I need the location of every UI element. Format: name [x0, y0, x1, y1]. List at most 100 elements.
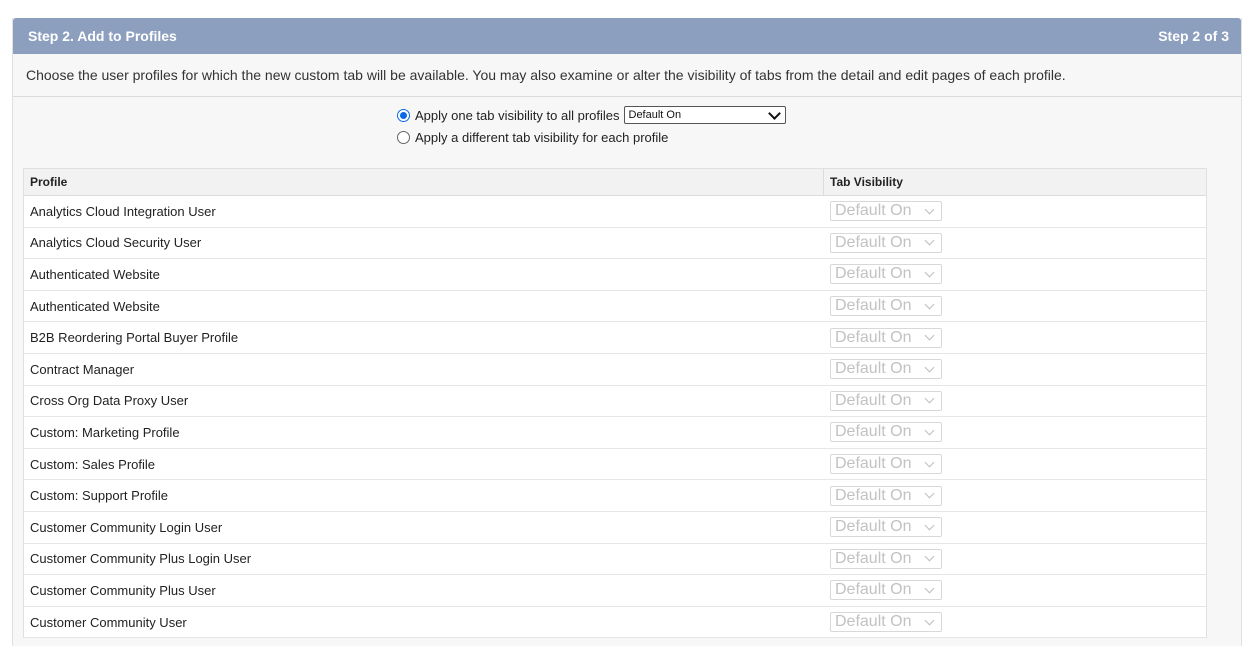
tab-visibility-cell: Default On — [824, 322, 942, 353]
table-row: Cross Org Data Proxy User Default On — [24, 386, 1206, 418]
table-row: Customer Community Login User Default On — [24, 512, 1206, 544]
table-row: Custom: Sales Profile Default On — [24, 449, 1206, 481]
apply-each-option[interactable]: Apply a different tab visibility for eac… — [397, 126, 786, 148]
column-header-tab-visibility: Tab Visibility — [830, 175, 903, 189]
tab-visibility-select: Default On — [830, 264, 942, 285]
tab-visibility-cell: Default On — [824, 386, 942, 417]
tab-visibility-cell: Default On — [824, 228, 942, 259]
chevron-down-icon — [924, 267, 935, 278]
chevron-down-icon — [924, 393, 935, 404]
profile-name: Analytics Cloud Integration User — [30, 203, 216, 219]
table-row: Custom: Marketing Profile Default On — [24, 417, 1206, 449]
profile-name: Customer Community User — [30, 614, 187, 630]
step-description: Choose the user profiles for which the n… — [13, 54, 1241, 97]
profile-name: Authenticated Website — [30, 266, 160, 282]
tab-visibility-value: Default On — [835, 265, 912, 283]
tab-visibility-select: Default On — [830, 232, 942, 253]
visibility-options: Apply one tab visibility to all profiles… — [397, 104, 786, 148]
tab-visibility-select: Default On — [830, 327, 942, 348]
tab-visibility-value: Default On — [835, 518, 912, 536]
profile-name: B2B Reordering Portal Buyer Profile — [30, 330, 239, 346]
step-counter: Step 2 of 3 — [1158, 28, 1229, 44]
tab-visibility-cell: Default On — [824, 480, 942, 511]
tab-visibility-value: Default On — [835, 202, 912, 220]
tab-visibility-value: Default On — [835, 423, 912, 441]
tab-visibility-select: Default On — [830, 548, 942, 569]
chevron-down-icon — [924, 204, 935, 215]
tab-visibility-value: Default On — [835, 486, 912, 504]
step-title: Step 2. Add to Profiles — [28, 28, 177, 44]
tab-visibility-select: Default On — [830, 390, 942, 411]
chevron-down-icon — [924, 235, 935, 246]
table-row: Authenticated Website Default On — [24, 291, 1206, 323]
table-row: Analytics Cloud Security User Default On — [24, 228, 1206, 260]
profile-name: Customer Community Plus User — [30, 582, 216, 598]
profile-name: Custom: Marketing Profile — [30, 424, 180, 440]
profile-name: Customer Community Login User — [30, 519, 223, 535]
chevron-down-icon — [924, 583, 935, 594]
apply-all-radio[interactable] — [397, 108, 410, 122]
tab-visibility-select: Default On — [830, 454, 942, 475]
profile-name: Contract Manager — [30, 361, 135, 377]
profile-name: Cross Org Data Proxy User — [30, 393, 189, 409]
chevron-down-icon — [924, 615, 935, 625]
tab-visibility-value: Default On — [835, 613, 912, 631]
table-row: B2B Reordering Portal Buyer Profile Defau… — [24, 322, 1206, 354]
global-visibility-select[interactable]: Default On — [623, 106, 786, 124]
chevron-down-icon — [924, 299, 935, 310]
column-header-profile: Profile — [24, 169, 824, 195]
chevron-down-icon — [924, 551, 935, 562]
table-row: Custom: Support Profile Default On — [24, 480, 1206, 512]
table-row: Authenticated Website Default On — [24, 259, 1206, 291]
table-row: Customer Community User Default On — [24, 607, 1206, 639]
profile-name: Authenticated Website — [30, 298, 160, 314]
chevron-down-icon — [767, 106, 781, 120]
table-header: Profile Tab Visibility — [24, 169, 1206, 196]
chevron-down-icon — [924, 520, 935, 531]
chevron-down-icon — [924, 425, 935, 436]
chevron-down-icon — [924, 488, 935, 499]
step-header: Step 2. Add to Profiles Step 2 of 3 — [13, 18, 1241, 54]
tab-visibility-value: Default On — [835, 391, 912, 409]
chevron-down-icon — [924, 330, 935, 341]
tab-visibility-value: Default On — [835, 581, 912, 599]
tab-visibility-select: Default On — [830, 359, 942, 380]
tab-visibility-cell: Default On — [824, 607, 942, 638]
table-row: Contract Manager Default On — [24, 354, 1206, 386]
tab-visibility-select: Default On — [830, 612, 942, 633]
tab-visibility-cell: Default On — [824, 259, 942, 290]
tab-visibility-cell: Default On — [824, 575, 942, 606]
tab-visibility-select: Default On — [830, 422, 942, 443]
chevron-down-icon — [924, 457, 935, 467]
tab-visibility-value: Default On — [835, 455, 912, 473]
tab-visibility-cell: Default On — [824, 196, 942, 227]
tab-visibility-cell: Default On — [824, 291, 942, 322]
table-row: Customer Community Plus User Default On — [24, 575, 1206, 607]
apply-each-radio[interactable] — [397, 131, 410, 144]
profile-name: Customer Community Plus Login User — [30, 551, 252, 567]
tab-visibility-value: Default On — [835, 549, 912, 567]
tab-visibility-select: Default On — [830, 201, 942, 222]
table-row: Customer Community Plus Login User Defaul… — [24, 544, 1206, 576]
tab-visibility-select: Default On — [830, 296, 942, 317]
description-text: Choose the user profiles for which the n… — [26, 67, 1066, 83]
apply-each-label[interactable]: Apply a different tab visibility for eac… — [415, 130, 668, 145]
profile-name: Analytics Cloud Security User — [30, 235, 202, 251]
tab-visibility-cell: Default On — [824, 354, 942, 385]
tab-visibility-cell: Default On — [824, 417, 942, 448]
tab-visibility-select: Default On — [830, 517, 942, 538]
chevron-down-icon — [924, 362, 935, 373]
tab-visibility-value: Default On — [835, 297, 912, 315]
tab-visibility-select: Default On — [830, 485, 942, 506]
table-row: Analytics Cloud Integration User Default … — [24, 196, 1206, 228]
apply-all-label[interactable]: Apply one tab visibility to all profiles — [415, 108, 620, 123]
tab-visibility-cell: Default On — [824, 512, 942, 543]
profile-name: Custom: Support Profile — [30, 488, 169, 504]
apply-all-option[interactable]: Apply one tab visibility to all profiles… — [397, 104, 786, 126]
tab-visibility-value: Default On — [835, 328, 912, 346]
global-visibility-value: Default On — [628, 109, 682, 121]
tab-visibility-cell: Default On — [824, 449, 942, 480]
tab-visibility-cell: Default On — [824, 544, 942, 575]
profile-name: Custom: Sales Profile — [30, 456, 155, 472]
profiles-table: Profile Tab Visibility Analytics Cloud I… — [23, 168, 1207, 639]
